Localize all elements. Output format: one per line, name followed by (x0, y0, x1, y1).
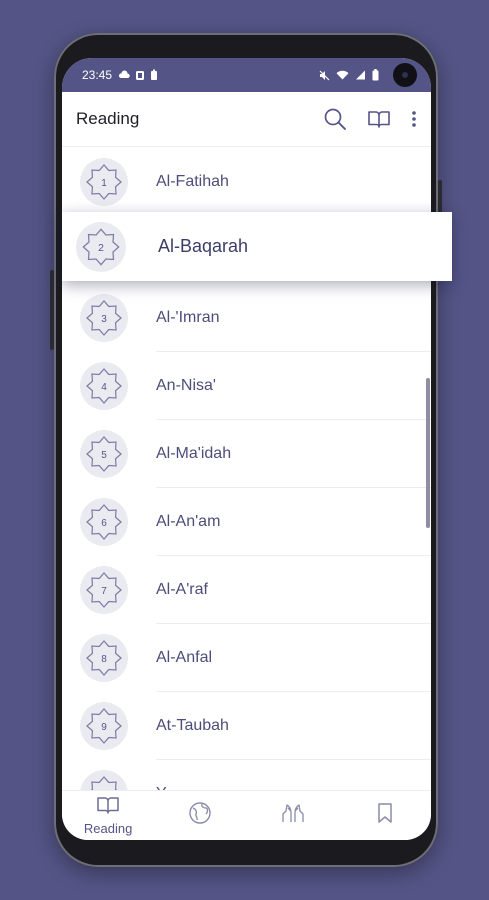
nav-item-label: Reading (83, 821, 133, 836)
status-time: 23:45 (82, 68, 113, 82)
surah-name: Al-'Imran (156, 309, 220, 326)
surah-number: 1 (101, 178, 107, 189)
nav-item-praying-hands[interactable] (247, 791, 339, 840)
surah-number-badge-icon: 10 (80, 770, 128, 790)
surah-list-item[interactable]: 9 At-Taubah (62, 692, 431, 760)
more-icon[interactable] (411, 109, 417, 129)
nav-item-globe[interactable] (154, 791, 246, 840)
wifi-icon (336, 70, 349, 80)
surah-number-badge-icon: 4 (80, 362, 128, 410)
surah-number: 2 (98, 243, 104, 254)
app-bar: Reading (62, 92, 431, 147)
surah-number: 3 (101, 314, 107, 325)
app-bar-actions (323, 107, 417, 131)
surah-name: Al-Fatihah (156, 173, 229, 190)
surah-number-badge-icon: 8 (80, 634, 128, 682)
surah-list-item[interactable]: 4 An-Nisa' (62, 352, 431, 420)
surah-number-badge-icon: 2 (76, 222, 126, 272)
status-bar: 23:45 (62, 58, 431, 92)
surah-list-item[interactable]: 7 Al-A'raf (62, 556, 431, 624)
status-right-icons (319, 63, 417, 87)
nav-item-book[interactable]: Reading (62, 791, 154, 840)
surah-name: Al-A'raf (156, 581, 208, 598)
surah-name: An-Nisa' (156, 377, 216, 394)
surah-name: At-Taubah (156, 717, 229, 734)
surah-list-item[interactable]: 6 Al-An'am (62, 488, 431, 556)
surah-number: 6 (101, 518, 107, 529)
search-icon[interactable] (323, 107, 347, 131)
signal-icon (356, 70, 365, 80)
surah-list-item[interactable]: 8 Al-Anfal (62, 624, 431, 692)
bookmark-icon (376, 802, 394, 829)
selected-surah-name: Al-Baqarah (158, 236, 249, 256)
surah-number: 7 (101, 586, 107, 597)
book-icon (96, 795, 120, 820)
surah-name: Al-Ma'idah (156, 445, 232, 462)
surah-number-badge-icon: 1 (80, 158, 128, 206)
volume-button (50, 270, 54, 350)
book-icon[interactable] (367, 109, 391, 129)
front-camera (393, 63, 417, 87)
surah-name: Y... (156, 760, 178, 790)
app-screen: 23:45 Reading 1 Al-Fatihah 2 Al-Baqarah 3 Al-… (62, 58, 431, 840)
globe-icon (188, 801, 212, 830)
surah-list-item[interactable]: 10 Y... (62, 760, 431, 790)
battery-icon (372, 69, 379, 81)
surah-number-badge-icon: 9 (80, 702, 128, 750)
surah-name: Al-Anfal (156, 649, 213, 666)
surah-list-item[interactable]: 5 Al-Ma'idah (62, 420, 431, 488)
surah-number-badge-icon: 5 (80, 430, 128, 478)
nav-item-bookmark[interactable] (339, 791, 431, 840)
status-left-icons (118, 69, 158, 81)
praying-hands-icon (280, 802, 306, 829)
surah-number: 4 (101, 382, 107, 393)
surah-number: 9 (101, 722, 107, 733)
surah-name: Al-An'am (156, 513, 221, 530)
surah-number-badge-icon: 7 (80, 566, 128, 614)
battery-saver-icon (151, 69, 158, 80)
page-title: Reading (76, 109, 140, 128)
surah-list-item[interactable]: 1 Al-Fatihah (62, 148, 431, 216)
mute-icon (319, 70, 330, 80)
surah-number-badge-icon: 6 (80, 498, 128, 546)
surah-list-item[interactable]: 3 Al-'Imran (62, 284, 431, 352)
surah-number: 5 (101, 450, 107, 461)
selected-surah-card[interactable]: 2 Al-Baqarah (62, 212, 452, 281)
scrollbar[interactable] (426, 378, 430, 528)
cloud-icon (118, 70, 130, 78)
surah-number-badge-icon: 3 (80, 294, 128, 342)
bottom-navigation: Reading (62, 790, 431, 840)
notification-icon (136, 70, 145, 80)
surah-number: 8 (101, 654, 107, 665)
